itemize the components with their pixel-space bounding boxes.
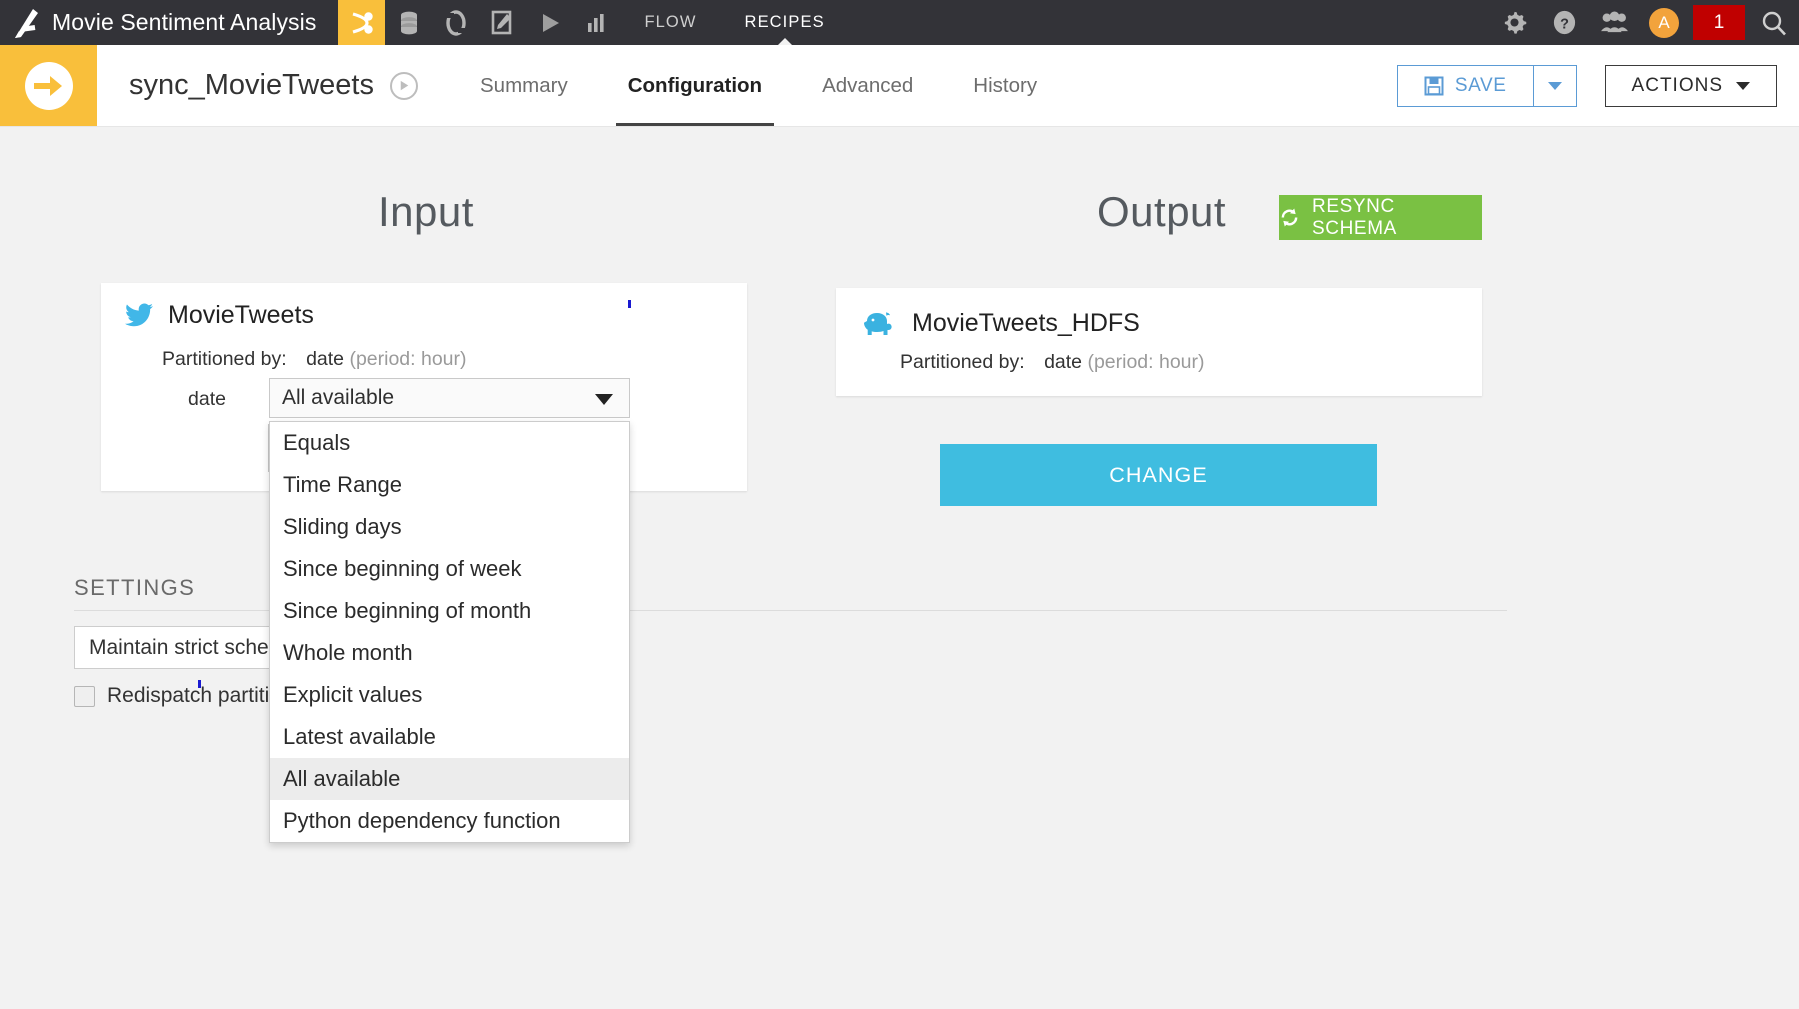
output-dataset-name-row[interactable]: MovieTweets_HDFS (864, 309, 1140, 338)
recipe-configuration-canvas: Input Output RESYNC SCHEMA MovieTweets P… (0, 128, 1799, 1009)
nav-icon-flow-recipe[interactable] (338, 0, 386, 45)
recipe-type-badge[interactable] (0, 45, 97, 126)
help-question-icon: ? (1553, 10, 1575, 35)
chart-bars-icon (587, 13, 604, 32)
dataiku-logo-icon (15, 8, 38, 38)
output-partitioned-by-row: Partitioned by: date (period: hour) (900, 351, 1205, 374)
lab-icon (445, 9, 466, 36)
redispatch-checkbox[interactable] (74, 685, 95, 707)
nav-recipes[interactable]: RECIPES (721, 0, 849, 45)
dropdown-option-time-range[interactable]: Time Range (270, 464, 629, 506)
output-partition-period: (period: hour) (1087, 351, 1205, 373)
dropdown-option-python-dependency-function[interactable]: Python dependency function (270, 800, 629, 842)
zone-badge-icon (400, 80, 408, 91)
schema-mode-value: Maintain strict schema (89, 635, 298, 659)
refresh-sync-icon (1279, 208, 1300, 227)
users-group-icon (1600, 11, 1628, 33)
subbar-spacer (1067, 45, 1397, 126)
tab-history[interactable]: History (943, 45, 1067, 126)
chevron-down-icon (1736, 81, 1750, 90)
partition-dependency-select[interactable]: All available (269, 378, 630, 418)
recipe-name: sync_MovieTweets (129, 69, 374, 101)
dropdown-option-explicit-values[interactable]: Explicit values (270, 674, 629, 716)
floppy-disk-icon (1424, 76, 1444, 96)
nav-flow[interactable]: FLOW (620, 0, 720, 45)
notification-badge[interactable]: 1 (1693, 5, 1745, 40)
output-dataset-card (836, 288, 1482, 396)
resync-schema-label: RESYNC SCHEMA (1312, 195, 1397, 239)
input-partitioned-by-label: Partitioned by: (162, 348, 287, 370)
save-dropdown-toggle[interactable] (1532, 64, 1577, 107)
input-dimension-label: date (188, 388, 226, 410)
dropdown-option-all-available[interactable]: All available (270, 758, 629, 800)
recipe-header-bar: sync_MovieTweets Summary Configuration A… (0, 45, 1799, 127)
search-button[interactable] (1749, 0, 1799, 45)
avatar: A (1649, 7, 1679, 38)
change-button-label: CHANGE (1109, 462, 1208, 487)
save-button[interactable]: SAVE (1396, 64, 1533, 107)
save-button-label: SAVE (1454, 74, 1507, 96)
dropdown-option-latest-available[interactable]: Latest available (270, 716, 629, 758)
top-navigation-bar: Movie Sentiment Analysis FLOW RECIPES ? … (0, 0, 1799, 45)
input-partitioned-by-row: Partitioned by: date (period: hour) (162, 348, 467, 371)
recipe-tabs: Summary Configuration Advanced History (450, 45, 1067, 126)
dropdown-option-equals[interactable]: Equals (270, 422, 629, 464)
tab-configuration[interactable]: Configuration (598, 45, 792, 126)
hadoop-elephant-icon (864, 311, 898, 337)
change-output-button[interactable]: CHANGE (940, 444, 1377, 506)
chevron-down-icon (1547, 81, 1562, 90)
input-card-marker (628, 300, 631, 308)
resync-schema-button[interactable]: RESYNC SCHEMA (1279, 195, 1482, 240)
dropdown-option-since-beginning-of-week[interactable]: Since beginning of week (270, 548, 629, 590)
flow-recipe-icon (352, 11, 373, 34)
topbar-right-group: ? A 1 (1489, 0, 1799, 45)
input-partition-period: (period: hour) (349, 348, 467, 370)
input-dataset-name: MovieTweets (168, 301, 314, 329)
settings-heading: SETTINGS (74, 575, 196, 600)
nav-icon-lab[interactable] (432, 0, 479, 45)
tab-summary[interactable]: Summary (450, 45, 598, 126)
dropdown-option-since-beginning-of-month[interactable]: Since beginning of month (270, 590, 629, 632)
gear-icon (1504, 11, 1526, 34)
notebook-edit-icon (492, 10, 512, 35)
dropdown-option-sliding-days[interactable]: Sliding days (270, 506, 629, 548)
output-section-title: Output (1097, 188, 1227, 235)
run-play-icon (542, 13, 559, 32)
input-partition-column: date (306, 348, 345, 370)
settings-button[interactable] (1489, 0, 1539, 45)
partition-dependency-dropdown-menu[interactable]: Equals Time Range Sliding days Since beg… (269, 421, 630, 843)
output-dataset-name: MovieTweets_HDFS (912, 309, 1140, 337)
database-icon (400, 11, 417, 34)
dataiku-logo[interactable] (0, 0, 52, 45)
dropdown-option-whole-month[interactable]: Whole month (270, 632, 629, 674)
user-avatar[interactable]: A (1639, 0, 1689, 45)
nav-icon-dashboards[interactable] (573, 0, 620, 45)
collaborators-button[interactable] (1589, 0, 1639, 45)
actions-button-label: ACTIONS (1631, 74, 1723, 96)
twitter-bird-icon (125, 303, 154, 328)
actions-button[interactable]: ACTIONS (1604, 64, 1777, 107)
nav-icon-datasets[interactable] (385, 0, 432, 45)
help-button[interactable]: ? (1539, 0, 1589, 45)
chevron-down-icon (595, 394, 613, 405)
output-partition-column: date (1044, 351, 1083, 373)
sync-arrow-icon (24, 61, 73, 110)
search-icon (1762, 11, 1786, 35)
save-button-group: SAVE (1396, 64, 1577, 107)
tab-advanced[interactable]: Advanced (792, 45, 943, 126)
zone-badge[interactable] (390, 71, 418, 100)
output-partitioned-by-label: Partitioned by: (900, 351, 1025, 373)
svg-text:?: ? (1560, 16, 1569, 32)
nav-icon-jobs[interactable] (526, 0, 573, 45)
project-title[interactable]: Movie Sentiment Analysis (52, 0, 338, 45)
input-section-title: Input (378, 188, 474, 235)
partition-dependency-value: All available (282, 386, 395, 409)
nav-icon-notebooks[interactable] (479, 0, 526, 45)
input-dataset-name-row[interactable]: MovieTweets (125, 301, 314, 330)
